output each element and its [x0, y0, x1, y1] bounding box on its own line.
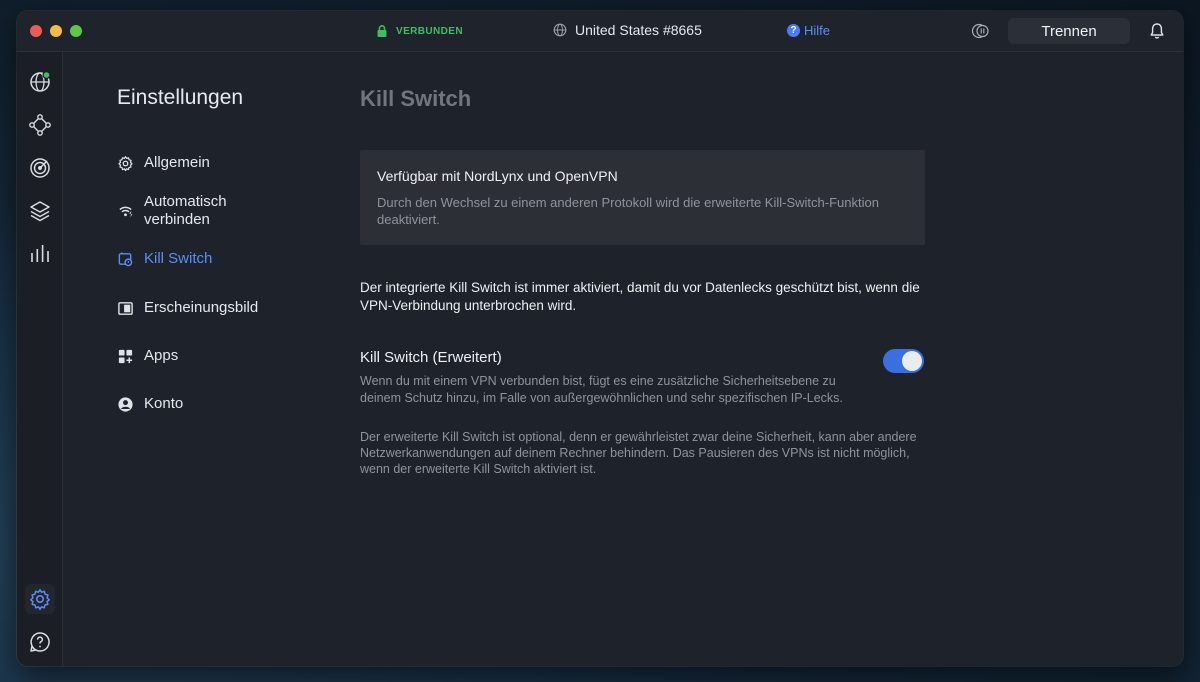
sidebar-item-kill-switch[interactable]: Kill Switch — [117, 250, 212, 268]
connection-status: VERBUNDEN — [375, 24, 463, 38]
settings-title: Einstellungen — [117, 86, 244, 109]
rail-globe-button[interactable] — [25, 67, 55, 97]
connection-status-label: VERBUNDEN — [396, 25, 463, 37]
stats-icon — [31, 245, 49, 262]
sidebar-item-label: Konto — [144, 395, 184, 412]
title-bar: VERBUNDEN United States #8665 ? Hilfe Tr… — [17, 11, 1183, 52]
sidebar-item-label: Apps — [144, 347, 179, 364]
help-label: Hilfe — [804, 23, 831, 38]
kill-switch-icon — [118, 252, 133, 267]
bell-icon[interactable] — [1149, 22, 1165, 40]
support-icon — [30, 632, 50, 652]
apps-icon — [118, 349, 133, 364]
info-box-title: Verfügbar mit NordLynx und OpenVPN — [377, 168, 618, 184]
app-window: VERBUNDEN United States #8665 ? Hilfe Tr… — [17, 11, 1183, 666]
info-box-text: Durch den Wechsel zu einem anderen Proto… — [377, 195, 879, 227]
sidebar-item-label: Allgemein — [144, 154, 210, 171]
gear-icon — [118, 156, 133, 172]
meshnet-icon — [29, 114, 51, 136]
rail-layers-button[interactable] — [25, 196, 55, 226]
sidebar-item-label: Erscheinungsbild — [144, 299, 259, 316]
pause-connection-icon[interactable] — [971, 22, 991, 40]
page-title: Kill Switch — [360, 86, 472, 111]
advanced-kill-switch-note: Der erweiterte Kill Switch ist optional,… — [360, 430, 917, 476]
question-icon: ? — [787, 24, 800, 37]
rail-meshnet-button[interactable] — [25, 110, 55, 140]
rail-support-button[interactable] — [25, 627, 55, 657]
sidebar-item-account[interactable]: Konto — [117, 395, 183, 413]
settings-icon — [30, 589, 50, 610]
advanced-kill-switch-title: Kill Switch (Erweitert) — [360, 349, 502, 366]
sidebar-item-auto-connect[interactable]: Automatisch verbinden — [117, 193, 227, 229]
account-icon — [118, 397, 133, 412]
advanced-kill-switch-toggle[interactable] — [883, 349, 924, 373]
icon-rail — [17, 52, 63, 666]
globe-small-icon — [553, 23, 567, 37]
sidebar-item-label: Kill Switch — [144, 250, 213, 267]
toggle-knob — [902, 351, 922, 371]
sidebar-item-appearance[interactable]: Erscheinungsbild — [117, 299, 258, 317]
auto-connect-icon — [119, 206, 133, 218]
globe-icon — [30, 70, 51, 92]
kill-switch-intro: Der integrierte Kill Switch ist immer ak… — [360, 280, 920, 313]
advanced-kill-switch-description: Wenn du mit einem VPN verbunden bist, fü… — [360, 374, 843, 405]
rail-threat-protection-button[interactable] — [25, 153, 55, 183]
protocol-info-box: Verfügbar mit NordLynx und OpenVPN Durch… — [360, 150, 925, 245]
close-window-button[interactable] — [30, 25, 42, 37]
appearance-icon — [118, 302, 133, 315]
server-name: United States #8665 — [575, 22, 702, 38]
layers-icon — [30, 201, 50, 222]
sidebar-item-label: Automatisch verbinden — [144, 193, 227, 228]
threat-protection-icon — [30, 158, 50, 178]
minimize-window-button[interactable] — [50, 25, 62, 37]
sidebar-item-apps[interactable]: Apps — [117, 347, 178, 365]
help-link[interactable]: ? Hilfe — [787, 23, 830, 38]
rail-stats-button[interactable] — [25, 239, 55, 269]
server-selector[interactable]: United States #8665 — [553, 22, 702, 38]
zoom-window-button[interactable] — [70, 25, 82, 37]
lock-icon — [377, 25, 387, 37]
sidebar-item-general[interactable]: Allgemein — [117, 154, 210, 172]
rail-settings-button[interactable] — [25, 584, 55, 614]
disconnect-button[interactable]: Trennen — [1008, 18, 1130, 44]
